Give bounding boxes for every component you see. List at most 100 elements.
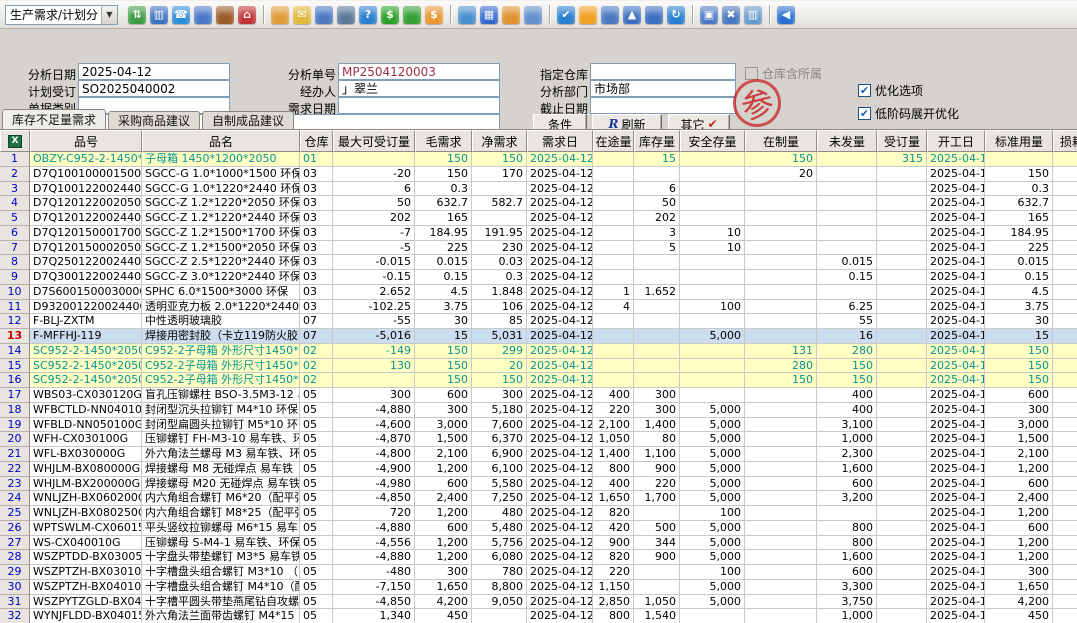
cell[interactable]: 03 <box>300 300 333 315</box>
cell[interactable]: 2025-04-12 <box>527 521 593 536</box>
cell[interactable] <box>1053 329 1077 344</box>
cell[interactable]: 7,600 <box>472 418 527 433</box>
cell[interactable]: -4,556 <box>333 536 415 551</box>
cell[interactable]: 150 <box>985 167 1053 182</box>
cell[interactable] <box>1053 432 1077 447</box>
cell[interactable] <box>877 418 927 433</box>
cell[interactable]: 03 <box>300 167 333 182</box>
cell[interactable]: 4,200 <box>985 595 1053 610</box>
document-icon[interactable] <box>315 6 333 24</box>
cell[interactable] <box>680 388 745 403</box>
mail-icon[interactable]: ✉ <box>293 6 311 24</box>
table-row[interactable]: 3D7Q1001220024400GSGCC-G 1.0*1220*2440 环… <box>0 182 1077 197</box>
cell[interactable]: 15 <box>634 152 680 167</box>
row-number-cell[interactable]: 29 <box>0 565 30 580</box>
cell[interactable]: 2025-04-12 <box>927 211 985 226</box>
row-number-cell[interactable]: 19 <box>0 418 30 433</box>
cell[interactable]: 压铆螺钉 FH-M3-10 易车铁、环 <box>142 432 300 447</box>
cell[interactable]: D7Q1001220024400G <box>30 182 142 197</box>
analysis-date-field[interactable] <box>78 63 230 80</box>
cell[interactable]: 600 <box>415 521 472 536</box>
help-icon[interactable]: ? <box>359 6 377 24</box>
cell[interactable] <box>745 462 817 477</box>
cell[interactable] <box>985 152 1053 167</box>
cell[interactable]: SGCC-Z 1.2*1220*2050 环保大 <box>142 196 300 211</box>
cell[interactable]: 150 <box>985 344 1053 359</box>
cell[interactable] <box>634 314 680 329</box>
cell[interactable] <box>593 226 634 241</box>
cell[interactable]: 2025-04-12 <box>527 241 593 256</box>
cell[interactable] <box>680 285 745 300</box>
cell[interactable]: 50 <box>634 196 680 211</box>
cell[interactable]: WFBLD-NN050100G <box>30 418 142 433</box>
cell[interactable]: 300 <box>634 388 680 403</box>
deadline-field[interactable] <box>590 97 736 114</box>
cell[interactable]: -149 <box>333 344 415 359</box>
row-number-cell[interactable]: 6 <box>0 226 30 241</box>
cell[interactable]: 300 <box>985 403 1053 418</box>
plan-order-field[interactable] <box>78 80 230 97</box>
cell[interactable] <box>877 432 927 447</box>
cell[interactable] <box>1053 477 1077 492</box>
cell[interactable]: 80 <box>634 432 680 447</box>
cell[interactable] <box>680 314 745 329</box>
table-row[interactable]: 18WFBCTLD-NN040100G封闭型沉头拉铆钉 M4*10 环保05-4… <box>0 403 1077 418</box>
cell[interactable] <box>472 211 527 226</box>
cell[interactable]: 820 <box>593 506 634 521</box>
table-row[interactable]: 21WFL-BX030000G外六角法兰螺母 M3 易车铁、环05-4,8002… <box>0 447 1077 462</box>
row-number-cell[interactable]: 27 <box>0 536 30 551</box>
cell[interactable]: D7S6001500030000G <box>30 285 142 300</box>
column-header[interactable]: 开工日 <box>927 130 985 152</box>
cell[interactable] <box>634 255 680 270</box>
cell[interactable]: WSZPTDD-BX030050G <box>30 550 142 565</box>
cell[interactable] <box>1053 595 1077 610</box>
cell[interactable]: 3,000 <box>415 418 472 433</box>
cell[interactable]: 03 <box>300 270 333 285</box>
cell[interactable] <box>745 285 817 300</box>
cell[interactable] <box>1053 418 1077 433</box>
cell[interactable]: 2025-04-12 <box>927 300 985 315</box>
table-row[interactable]: 24WNLJZH-BX060200G内六角组合螺钉 M6*20（配平弹05-4,… <box>0 491 1077 506</box>
cell[interactable]: 2025-04-12 <box>927 373 985 388</box>
cell[interactable] <box>877 182 927 197</box>
column-header[interactable]: 标准用量 <box>985 130 1053 152</box>
cell[interactable]: 05 <box>300 609 333 623</box>
cell[interactable]: 2.652 <box>333 285 415 300</box>
cell[interactable] <box>593 344 634 359</box>
cell[interactable]: 2025-04-12 <box>527 167 593 182</box>
cell[interactable]: 344 <box>634 536 680 551</box>
column-header[interactable]: 安全存量 <box>680 130 745 152</box>
cell[interactable]: 中性透明玻璃胶 <box>142 314 300 329</box>
cell[interactable]: 3,200 <box>817 491 877 506</box>
cell[interactable]: 300 <box>415 403 472 418</box>
cell[interactable] <box>1053 182 1077 197</box>
cell[interactable]: 2025-04-12 <box>527 329 593 344</box>
cell[interactable] <box>817 196 877 211</box>
cell[interactable]: 子母箱 1450*1200*2050 <box>142 152 300 167</box>
cell[interactable]: 300 <box>634 403 680 418</box>
cell[interactable] <box>680 359 745 374</box>
cell[interactable] <box>680 373 745 388</box>
cell[interactable]: 2025-04-12 <box>527 432 593 447</box>
cell[interactable]: 7,250 <box>472 491 527 506</box>
cell[interactable] <box>634 270 680 285</box>
cell[interactable]: 1,500 <box>985 432 1053 447</box>
cell[interactable]: -4,600 <box>333 418 415 433</box>
cell[interactable]: 2025-04-12 <box>927 255 985 270</box>
cell[interactable] <box>1053 226 1077 241</box>
cell[interactable] <box>1053 255 1077 270</box>
cell[interactable]: 5,000 <box>680 447 745 462</box>
tab-3[interactable]: 自制成品建议 <box>202 111 294 129</box>
exit-icon[interactable]: ◀ <box>777 6 795 24</box>
cell[interactable]: 2025-04-12 <box>527 388 593 403</box>
cell[interactable]: 2025-04-12 <box>527 211 593 226</box>
cell[interactable]: 3,300 <box>817 580 877 595</box>
cell[interactable]: -102.25 <box>333 300 415 315</box>
computer-icon[interactable]: ▥ <box>150 6 168 24</box>
users-icon[interactable] <box>271 6 289 24</box>
cell[interactable]: 150 <box>415 167 472 182</box>
cell[interactable]: 2025-04-12 <box>927 344 985 359</box>
drawer-icon[interactable] <box>502 6 520 24</box>
cell[interactable]: -4,880 <box>333 521 415 536</box>
export-excel-icon[interactable]: X <box>8 135 22 148</box>
